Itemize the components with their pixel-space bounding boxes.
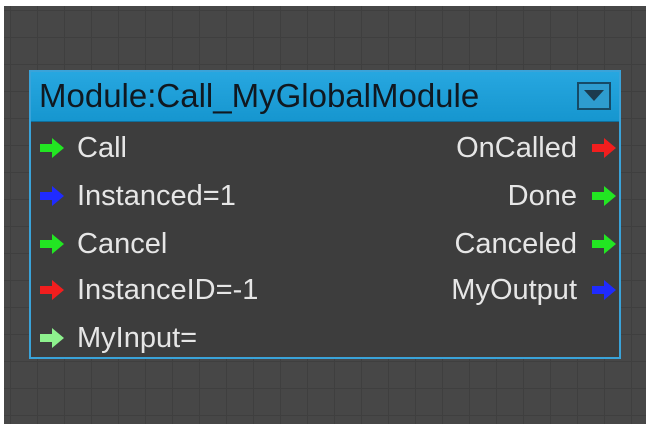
input-port-call[interactable]: Call (39, 130, 127, 166)
arrow-right-icon (39, 233, 65, 255)
input-arrow-4 (40, 328, 64, 348)
output-arrow-2 (592, 234, 616, 254)
arrow-right-icon (591, 137, 617, 159)
graph-canvas[interactable]: Module:Call_MyGlobalModule Call Instance… (4, 6, 646, 424)
input-port-label: Call (77, 131, 127, 164)
input-arrow-2 (40, 234, 64, 254)
arrow-right-icon (39, 279, 65, 301)
input-port-label: InstanceID=-1 (77, 273, 259, 306)
collapse-button[interactable] (577, 82, 611, 110)
arrow-right-icon (39, 327, 65, 349)
chevron-down-icon (584, 90, 604, 101)
input-port-label: Cancel (77, 227, 168, 260)
input-port-label: MyInput= (77, 321, 198, 354)
output-arrow-1 (592, 186, 616, 206)
output-port-label: OnCalled (456, 131, 577, 164)
output-port-label: Canceled (454, 227, 577, 260)
input-port-cancel[interactable]: Cancel (39, 226, 167, 262)
input-port-instanceid[interactable]: InstanceID=-1 (39, 272, 258, 308)
output-port-myoutput[interactable]: MyOutput (451, 272, 617, 308)
output-port-oncalled[interactable]: OnCalled (456, 130, 617, 166)
module-node[interactable]: Module:Call_MyGlobalModule Call Instance… (29, 70, 621, 359)
input-port-instanced[interactable]: Instanced=1 (39, 178, 236, 214)
output-port-label: Done (507, 179, 577, 212)
output-arrow-3 (592, 280, 616, 300)
input-arrow-3 (40, 280, 64, 300)
arrow-right-icon (39, 185, 65, 207)
input-port-myinput[interactable]: MyInput= (39, 320, 197, 356)
arrow-right-icon (591, 279, 617, 301)
input-arrow-0 (40, 138, 64, 158)
input-port-label: Instanced=1 (77, 179, 236, 212)
arrow-right-icon (39, 137, 65, 159)
node-header[interactable]: Module:Call_MyGlobalModule (31, 72, 619, 122)
output-arrow-0 (592, 138, 616, 158)
arrow-right-icon (591, 185, 617, 207)
output-port-label: MyOutput (451, 273, 577, 306)
arrow-right-icon (591, 233, 617, 255)
output-port-done[interactable]: Done (508, 178, 617, 214)
input-arrow-1 (40, 186, 64, 206)
output-port-canceled[interactable]: Canceled (454, 226, 617, 262)
node-title: Module:Call_MyGlobalModule (39, 77, 480, 114)
